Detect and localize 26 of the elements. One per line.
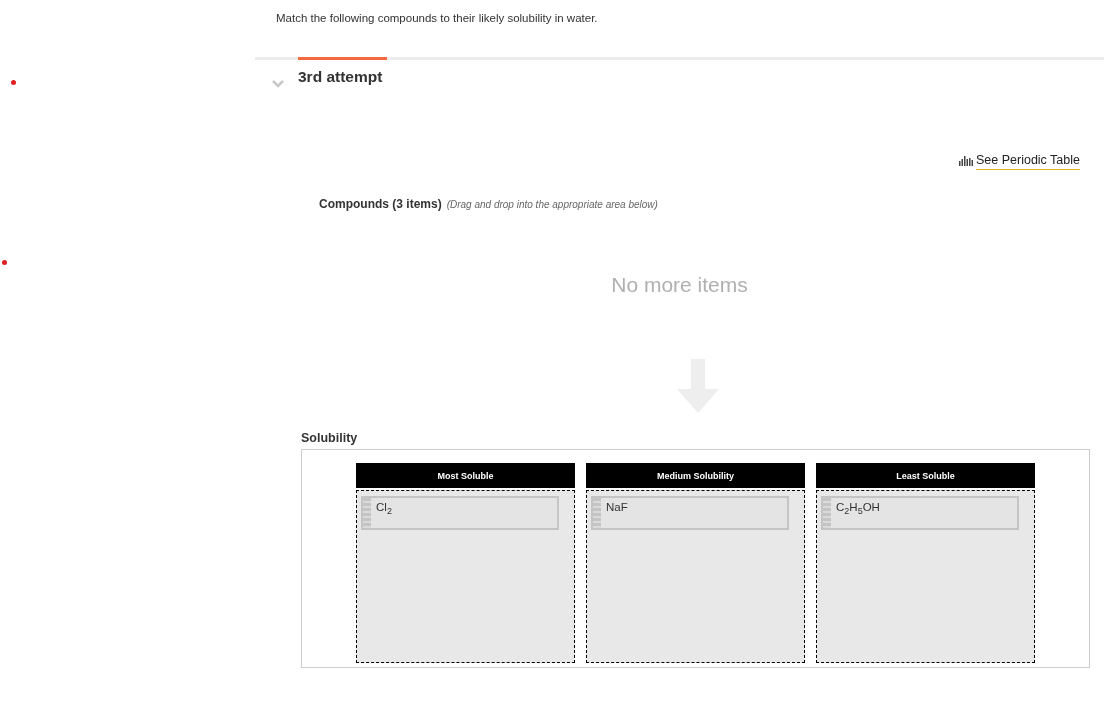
empty-message: No more items bbox=[611, 273, 748, 297]
marker-dot bbox=[2, 260, 7, 265]
solubility-heading: Solubility bbox=[300, 430, 359, 445]
compounds-heading: Compounds (3 items) bbox=[319, 197, 442, 211]
question-text: Match the following compounds to their likely solubility in water. bbox=[275, 11, 599, 26]
compound-card[interactable]: C$_{2}$H$_{5}$OH bbox=[821, 496, 1019, 530]
marker-dot bbox=[11, 80, 16, 85]
drop-zone[interactable]: C$_{2}$H$_{5}$OH bbox=[816, 490, 1035, 663]
chevron-down-icon[interactable] bbox=[271, 80, 284, 88]
category-header: Least Soluble bbox=[816, 463, 1035, 488]
instruction-hint: (Drag and drop into the appropriate area below) bbox=[446, 199, 658, 210]
compound-label: NaF bbox=[605, 500, 628, 515]
drop-zone[interactable]: NaF bbox=[586, 490, 805, 663]
compound-card[interactable]: Cl$_{2}$ bbox=[361, 496, 559, 530]
drag-handle-icon[interactable] bbox=[823, 498, 831, 528]
drag-handle-icon[interactable] bbox=[593, 498, 601, 528]
drag-handle-icon[interactable] bbox=[363, 498, 371, 528]
periodic-table-link[interactable]: See Periodic Table bbox=[976, 152, 1080, 170]
compound-label: C$_{2}$H$_{5}$OH bbox=[835, 500, 880, 519]
category-header: Medium Solubility bbox=[586, 463, 805, 488]
drop-zone[interactable]: Cl$_{2}$ bbox=[356, 490, 575, 663]
bar-chart-icon bbox=[959, 156, 973, 166]
compound-label: Cl$_{2}$ bbox=[375, 500, 392, 519]
category-header: Most Soluble bbox=[356, 463, 575, 488]
compound-card[interactable]: NaF bbox=[591, 496, 789, 530]
attempt-tab[interactable]: 3rd attempt bbox=[298, 57, 387, 104]
